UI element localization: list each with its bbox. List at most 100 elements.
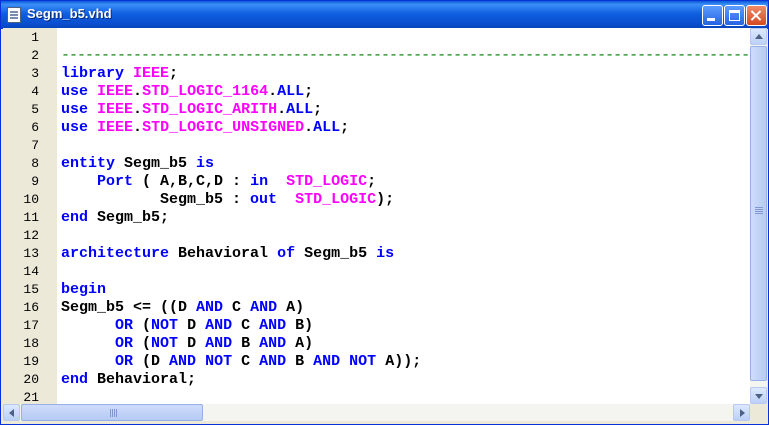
scroll-down-button[interactable]: [750, 387, 767, 404]
code-token: A): [286, 335, 314, 352]
size-grip[interactable]: [750, 404, 767, 421]
code-line[interactable]: OR (D AND NOT C AND B AND NOT A));: [61, 353, 421, 371]
scroll-left-button[interactable]: [3, 404, 20, 421]
line-number: 13: [23, 246, 39, 261]
keyword-token: is: [196, 155, 215, 172]
code-token: C: [223, 299, 251, 316]
keyword-token: AND: [250, 299, 278, 316]
minimize-button[interactable]: [702, 5, 723, 26]
code-token: Segm_b5: [115, 155, 197, 172]
horizontal-scrollbar[interactable]: [3, 404, 750, 421]
code-token: ;: [304, 83, 314, 100]
keyword-token: library: [61, 65, 125, 82]
type-token: STD_LOGIC_1164: [142, 83, 269, 100]
code-token: A): [277, 299, 305, 316]
code-line[interactable]: end Behavioral;: [61, 371, 196, 389]
line-number: 12: [23, 228, 39, 243]
close-button[interactable]: [746, 5, 767, 26]
vertical-scrollbar[interactable]: [750, 28, 767, 404]
code-line[interactable]: Port ( A,B,C,D : in STD_LOGIC;: [61, 173, 376, 191]
code-line[interactable]: use IEEE.STD_LOGIC_UNSIGNED.ALL;: [61, 119, 349, 137]
code-line[interactable]: ----------------------------------------…: [61, 47, 750, 65]
editor-area[interactable]: 1 2 3 4 5 6 7 8 9 10 11 12 13 14 15 16 17 18 19 20 21 ------…: [3, 28, 750, 404]
line-number: 6: [31, 120, 39, 135]
window-title: Segm_b5.vhd: [27, 6, 112, 21]
code-token: Behavioral: [169, 245, 278, 262]
code-token: Segm_b5: [295, 245, 377, 262]
code-token: C: [232, 317, 260, 334]
horizontal-scroll-thumb[interactable]: [21, 404, 203, 421]
code-token: .: [277, 101, 287, 118]
code-token: B: [286, 353, 314, 370]
code-token: B): [286, 317, 314, 334]
code-line[interactable]: Segm_b5 <= ((D AND C AND A): [61, 299, 304, 317]
type-token: IEEE: [97, 119, 134, 136]
vertical-scroll-thumb[interactable]: [750, 46, 767, 381]
scroll-left-icon: [9, 409, 14, 417]
keyword-token: AND: [205, 335, 233, 352]
keyword-token: AND: [196, 299, 224, 316]
line-number: 5: [31, 102, 39, 117]
code-line[interactable]: library IEEE;: [61, 65, 178, 83]
scroll-up-button[interactable]: [750, 28, 767, 45]
code-token: ;: [367, 173, 377, 190]
maximize-button[interactable]: [724, 5, 745, 26]
type-token: STD_LOGIC: [295, 191, 377, 208]
code-token: .: [268, 83, 278, 100]
code-token: ;: [313, 101, 323, 118]
code-line[interactable]: architecture Behavioral of Segm_b5 is: [61, 245, 394, 263]
code-token: B: [232, 335, 260, 352]
keyword-token: AND: [259, 353, 287, 370]
keyword-token: entity: [61, 155, 116, 172]
code-line[interactable]: OR (NOT D AND B AND A): [61, 335, 313, 353]
code-token: D: [178, 335, 206, 352]
code-line[interactable]: use IEEE.STD_LOGIC_1164.ALL;: [61, 83, 313, 101]
title-bar[interactable]: Segm_b5.vhd: [1, 1, 768, 29]
code-line[interactable]: entity Segm_b5 is: [61, 155, 214, 173]
code-line[interactable]: begin: [61, 281, 106, 299]
type-token: STD_LOGIC_ARITH: [142, 101, 278, 118]
line-number: 9: [31, 174, 39, 189]
keyword-token: OR: [115, 335, 134, 352]
code-token: (: [133, 335, 152, 352]
keyword-token: use: [61, 101, 89, 118]
code-line[interactable]: use IEEE.STD_LOGIC_ARITH.ALL;: [61, 101, 322, 119]
code-token: Segm_b5 <= ((D: [61, 299, 197, 316]
keyword-token: NOT: [349, 353, 377, 370]
code-token: ;: [169, 65, 179, 82]
line-number: 3: [31, 66, 39, 81]
keyword-token: use: [61, 83, 89, 100]
keyword-token: OR: [115, 353, 134, 370]
line-number: 20: [23, 372, 39, 387]
code-token: D: [178, 317, 206, 334]
code-token: (D: [133, 353, 170, 370]
code-line[interactable]: end Segm_b5;: [61, 209, 169, 227]
code-token: ;: [340, 119, 350, 136]
keyword-token: begin: [61, 281, 107, 298]
code-line[interactable]: OR (NOT D AND C AND B): [61, 317, 313, 335]
line-number: 16: [23, 300, 39, 315]
keyword-token: out: [250, 191, 278, 208]
scroll-right-icon: [740, 409, 745, 417]
code-token: Segm_b5 :: [61, 191, 251, 208]
code-token: C: [232, 353, 260, 370]
line-number: 8: [31, 156, 39, 171]
code-line[interactable]: Segm_b5 : out STD_LOGIC);: [61, 191, 394, 209]
scroll-right-button[interactable]: [733, 404, 750, 421]
code-token: (: [133, 317, 152, 334]
keyword-token: of: [277, 245, 296, 262]
document-icon[interactable]: [7, 7, 21, 23]
keyword-token: AND: [259, 317, 287, 334]
keyword-token: AND: [259, 335, 287, 352]
code-token: Segm_b5;: [88, 209, 170, 226]
